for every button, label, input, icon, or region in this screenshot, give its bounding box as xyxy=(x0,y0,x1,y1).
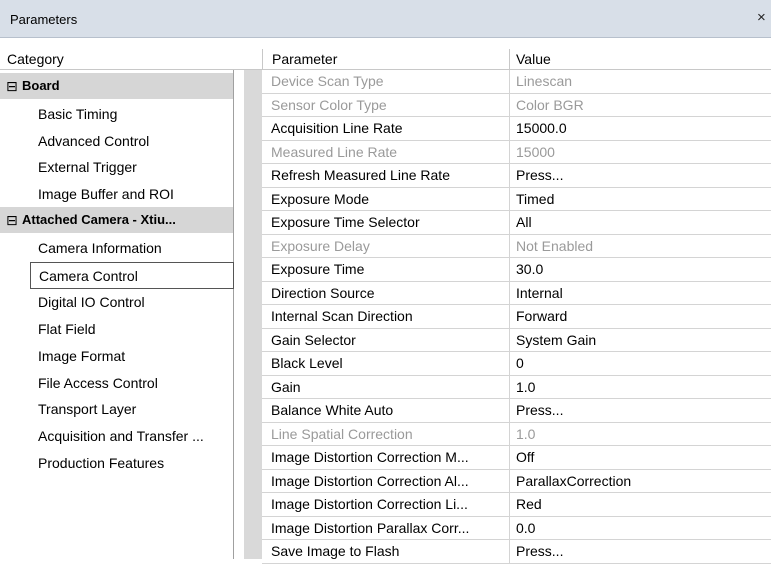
parameter-name: Gain xyxy=(262,375,510,398)
category-item-transport-layer[interactable]: Transport Layer xyxy=(38,396,233,423)
parameter-name: Image Distortion Correction Al... xyxy=(262,469,510,492)
parameter-value[interactable]: Internal xyxy=(510,282,771,305)
parameter-row[interactable]: Image Distortion Parallax Corr... 0.0 xyxy=(262,516,771,540)
category-item-production-features[interactable]: Production Features xyxy=(38,450,233,477)
parameter-row[interactable]: Refresh Measured Line Rate Press... xyxy=(262,164,771,188)
parameter-name: Exposure Delay xyxy=(262,234,510,257)
parameter-value[interactable]: Press... xyxy=(510,399,771,422)
title-bar: Parameters × xyxy=(0,0,771,38)
category-item-external-trigger[interactable]: External Trigger xyxy=(38,154,233,181)
category-item-image-buffer-roi[interactable]: Image Buffer and ROI xyxy=(38,181,233,208)
parameter-row[interactable]: Gain 1.0 xyxy=(262,375,771,399)
parameter-value[interactable]: Forward xyxy=(510,305,771,328)
parameter-row[interactable]: Acquisition Line Rate 15000.0 xyxy=(262,117,771,141)
category-item-camera-control[interactable]: Camera Control xyxy=(30,262,234,289)
category-column-header: Category xyxy=(0,49,262,69)
value-column-header[interactable]: Value xyxy=(510,49,771,69)
close-icon[interactable]: × xyxy=(757,9,771,26)
parameter-value[interactable]: System Gain xyxy=(510,329,771,352)
parameter-value[interactable]: 30.0 xyxy=(510,258,771,281)
parameter-row[interactable]: Image Distortion Correction M... Off xyxy=(262,446,771,470)
parameter-name: Refresh Measured Line Rate xyxy=(262,164,510,187)
parameter-value: 1.0 xyxy=(516,425,536,442)
parameter-value[interactable]: Red xyxy=(510,493,771,516)
parameter-value[interactable]: ParallaxCorrection xyxy=(510,470,771,493)
parameter-name: Exposure Time xyxy=(262,258,510,281)
parameter-name: Line Spatial Correction xyxy=(262,422,510,445)
parameter-name: Sensor Color Type xyxy=(262,93,510,116)
parameter-value: 15000 xyxy=(516,143,555,160)
category-item-advanced-control[interactable]: Advanced Control xyxy=(38,128,233,155)
parameter-name: Image Distortion Correction M... xyxy=(262,446,510,469)
parameter-row[interactable]: Sensor Color Type Color BGR xyxy=(262,93,771,117)
parameter-name: Save Image to Flash xyxy=(262,540,510,563)
parameter-row[interactable]: Exposure Delay Not Enabled xyxy=(262,234,771,258)
category-item-file-access-control[interactable]: File Access Control xyxy=(38,370,233,397)
parameter-value[interactable]: 0.0 xyxy=(510,517,771,540)
category-item-camera-information[interactable]: Camera Information xyxy=(38,235,233,262)
parameter-value[interactable]: 1.0 xyxy=(510,376,771,399)
parameter-row[interactable]: Save Image to Flash Press... xyxy=(262,540,771,564)
parameter-row[interactable]: Image Distortion Correction Li... Red xyxy=(262,493,771,517)
category-group-attached-camera[interactable]: ⊟ Attached Camera - Xtiu... xyxy=(0,207,233,233)
parameter-value: Not Enabled xyxy=(516,237,594,254)
parameter-value: Color BGR xyxy=(516,96,584,113)
category-group-label: Board xyxy=(22,78,60,93)
parameter-name: Image Distortion Parallax Corr... xyxy=(262,516,510,539)
parameter-row[interactable]: Direction Source Internal xyxy=(262,281,771,305)
category-item-flat-field[interactable]: Flat Field xyxy=(38,316,233,343)
category-item-acquisition-transfer[interactable]: Acquisition and Transfer ... xyxy=(38,423,233,450)
parameter-name: Exposure Mode xyxy=(262,187,510,210)
row-header-gutter xyxy=(244,70,262,559)
parameter-name: Black Level xyxy=(262,352,510,375)
parameter-row[interactable]: Exposure Time 30.0 xyxy=(262,258,771,282)
parameter-value[interactable]: All xyxy=(510,211,771,234)
parameter-row[interactable]: Image Distortion Correction Al... Paralla… xyxy=(262,469,771,493)
parameter-value[interactable]: Press... xyxy=(510,540,771,563)
parameter-row[interactable]: Black Level 0 xyxy=(262,352,771,376)
parameter-value[interactable]: 15000.0 xyxy=(510,117,771,140)
parameter-row[interactable]: Device Scan Type Linescan xyxy=(262,70,771,94)
collapse-icon[interactable]: ⊟ xyxy=(6,73,18,99)
parameter-name: Device Scan Type xyxy=(262,70,510,93)
parameter-row[interactable]: Gain Selector System Gain xyxy=(262,328,771,352)
category-group-board[interactable]: ⊟ Board xyxy=(0,73,233,99)
window-title: Parameters xyxy=(10,12,78,27)
parameter-name: Measured Line Rate xyxy=(262,140,510,163)
category-group-label: Attached Camera - Xtiu... xyxy=(22,212,176,227)
parameter-row[interactable]: Line Spatial Correction 1.0 xyxy=(262,422,771,446)
category-item-digital-io-control[interactable]: Digital IO Control xyxy=(38,289,233,316)
parameter-value[interactable]: Press... xyxy=(510,164,771,187)
parameter-name: Direction Source xyxy=(262,281,510,304)
parameter-value[interactable]: 0 xyxy=(510,352,771,375)
parameter-name: Internal Scan Direction xyxy=(262,305,510,328)
category-tree: ⊟ Board Basic Timing Advanced Control Ex… xyxy=(0,70,234,559)
collapse-icon[interactable]: ⊟ xyxy=(6,207,18,233)
parameter-value[interactable]: Timed xyxy=(510,188,771,211)
parameter-row[interactable]: Measured Line Rate 15000 xyxy=(262,140,771,164)
parameter-name: Gain Selector xyxy=(262,328,510,351)
parameter-value: Linescan xyxy=(516,73,573,89)
parameter-row[interactable]: Balance White Auto Press... xyxy=(262,399,771,423)
parameter-row[interactable]: Exposure Mode Timed xyxy=(262,187,771,211)
parameter-row[interactable]: Exposure Time Selector All xyxy=(262,211,771,235)
parameter-name: Image Distortion Correction Li... xyxy=(262,493,510,516)
category-item-basic-timing[interactable]: Basic Timing xyxy=(38,101,233,128)
parameter-name: Acquisition Line Rate xyxy=(262,117,510,140)
parameter-column-header[interactable]: Parameter xyxy=(262,49,510,69)
parameter-row[interactable]: Internal Scan Direction Forward xyxy=(262,305,771,329)
parameter-name: Balance White Auto xyxy=(262,399,510,422)
parameter-value[interactable]: Off xyxy=(510,446,771,469)
category-item-image-format[interactable]: Image Format xyxy=(38,343,233,370)
parameter-name: Exposure Time Selector xyxy=(262,211,510,234)
